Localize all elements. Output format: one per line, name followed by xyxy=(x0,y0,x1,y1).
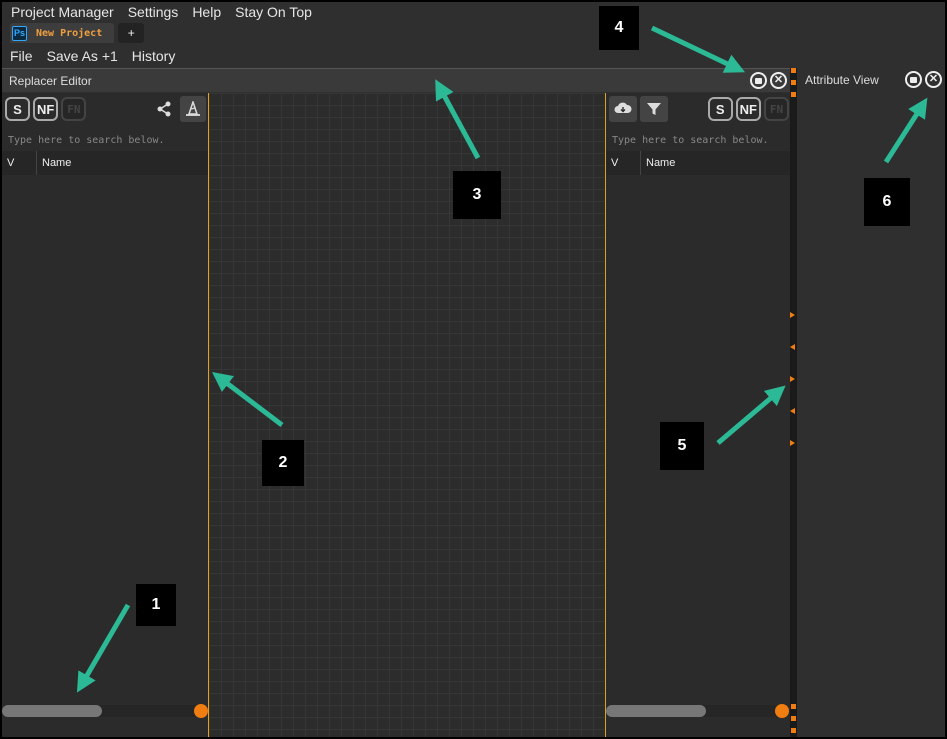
splitter-arrow-right[interactable] xyxy=(790,312,795,318)
callout-1: 1 xyxy=(136,584,176,626)
right-layer-panel: S NF FN V Name xyxy=(606,93,790,737)
left-s-button[interactable]: S xyxy=(5,97,30,121)
left-scroll-thumb[interactable] xyxy=(2,705,102,717)
project-tab[interactable]: Ps New Project xyxy=(10,23,115,43)
callout-5: 5 xyxy=(660,422,704,470)
share-button[interactable] xyxy=(151,96,177,122)
left-search-input[interactable] xyxy=(2,129,208,151)
app-window: Project Manager Settings Help Stay On To… xyxy=(2,2,945,737)
add-tab-button[interactable]: + xyxy=(118,23,145,43)
left-col-name[interactable]: Name xyxy=(37,157,71,169)
attribute-view-title: Attribute View xyxy=(805,73,879,87)
right-toolbar: S NF FN xyxy=(606,93,790,125)
left-resize-handle[interactable] xyxy=(194,704,208,718)
splitter-arrow-right[interactable] xyxy=(790,376,795,382)
wizard-button[interactable] xyxy=(180,96,206,122)
replacer-close-button[interactable]: ✕ xyxy=(770,72,787,89)
attribute-close-button[interactable]: ✕ xyxy=(925,71,942,88)
left-toolbar: S NF FN xyxy=(2,93,208,125)
callout-4: 4 xyxy=(599,6,639,50)
right-scroll-thumb[interactable] xyxy=(606,705,706,717)
callout-3: 3 xyxy=(453,171,501,219)
panel-splitter[interactable] xyxy=(790,68,797,737)
cloud-download-icon xyxy=(614,102,632,113)
menu-help[interactable]: Help xyxy=(191,2,228,22)
filter-icon xyxy=(647,103,661,115)
replacer-editor-title: Replacer Editor xyxy=(9,73,92,88)
right-s-button[interactable]: S xyxy=(707,97,733,121)
file-menu-bar: File Save As +1 History xyxy=(2,46,189,66)
right-search-input[interactable] xyxy=(606,129,790,151)
menu-history[interactable]: History xyxy=(132,46,176,66)
splitter-handle-bottom3[interactable] xyxy=(791,728,796,733)
menu-stay-on-top[interactable]: Stay On Top xyxy=(234,2,319,22)
splitter-handle-bottom[interactable] xyxy=(791,704,796,709)
window-icon xyxy=(755,77,762,84)
callout-6: 6 xyxy=(864,178,910,226)
callout-2: 2 xyxy=(262,440,304,486)
left-fn-button[interactable]: FN xyxy=(61,97,87,121)
left-column-header: V Name xyxy=(2,151,208,175)
window-icon xyxy=(910,76,917,83)
menu-project-manager[interactable]: Project Manager xyxy=(10,2,121,22)
project-tab-bar: Ps New Project + xyxy=(2,23,145,43)
right-col-v[interactable]: V xyxy=(606,151,641,175)
left-nf-button[interactable]: NF xyxy=(33,97,59,121)
splitter-handle-bottom2[interactable] xyxy=(791,716,796,721)
attribute-float-button[interactable] xyxy=(905,71,922,88)
right-col-name[interactable]: Name xyxy=(641,157,675,169)
menu-settings[interactable]: Settings xyxy=(127,2,186,22)
cloud-download-button[interactable] xyxy=(609,96,637,122)
right-fn-button[interactable]: FN xyxy=(764,97,789,121)
splitter-arrow-left[interactable] xyxy=(790,408,795,414)
node-graph-canvas[interactable] xyxy=(208,93,606,737)
splitter-handle-top3[interactable] xyxy=(791,92,796,97)
splitter-arrow-left[interactable] xyxy=(790,344,795,350)
menu-save-as-plus-one[interactable]: Save As +1 xyxy=(47,46,118,66)
menubar: Project Manager Settings Help Stay On To… xyxy=(2,2,945,22)
filter-button[interactable] xyxy=(640,96,668,122)
left-horizontal-scrollbar[interactable] xyxy=(2,704,208,718)
close-icon: ✕ xyxy=(928,73,939,85)
project-tab-label: New Project xyxy=(36,27,103,39)
replacer-editor-header[interactable]: Replacer Editor ✕ xyxy=(2,68,791,92)
splitter-handle-top[interactable] xyxy=(791,68,796,73)
right-horizontal-scrollbar[interactable] xyxy=(606,704,789,718)
splitter-arrow-right[interactable] xyxy=(790,440,795,446)
attribute-view-header[interactable]: Attribute View ✕ xyxy=(797,68,945,92)
share-icon xyxy=(157,101,171,117)
replacer-float-button[interactable] xyxy=(750,72,767,89)
wizard-hat-icon xyxy=(186,101,200,116)
menu-file[interactable]: File xyxy=(10,46,33,66)
left-col-v[interactable]: V xyxy=(2,151,37,175)
right-resize-handle[interactable] xyxy=(775,704,789,718)
close-icon: ✕ xyxy=(773,74,784,86)
right-column-header: V Name xyxy=(606,151,790,175)
left-layer-panel: S NF FN V Name xyxy=(2,93,208,737)
splitter-handle-top2[interactable] xyxy=(791,80,796,85)
photoshop-icon: Ps xyxy=(12,25,27,41)
right-nf-button[interactable]: NF xyxy=(735,97,761,121)
